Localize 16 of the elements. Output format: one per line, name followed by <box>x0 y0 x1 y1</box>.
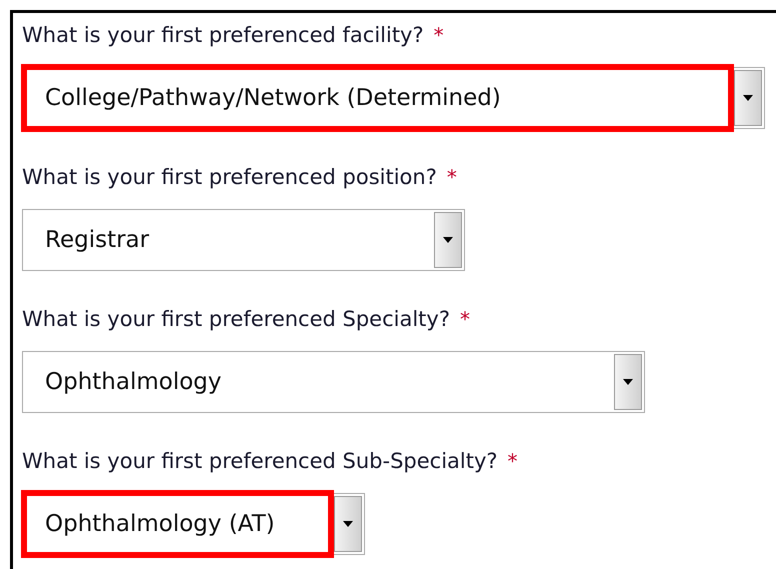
question-label: What is your first preferenced Specialty? <box>22 307 450 331</box>
dropdown[interactable]: Ophthalmology <box>22 351 645 413</box>
question-label: What is your first preferenced position? <box>22 165 437 189</box>
required-mark: * <box>460 307 470 331</box>
required-mark: * <box>434 23 444 47</box>
required-mark: * <box>446 165 457 189</box>
question-label: What is your first preferenced Sub-Specialty? <box>22 449 498 473</box>
required-mark: * <box>508 449 518 473</box>
dropdown[interactable]: Ophthalmology (AT) <box>22 493 365 555</box>
caret-icon[interactable] <box>434 212 462 268</box>
caret-icon[interactable] <box>614 354 642 410</box>
question-label: What is your first preferenced facility? <box>22 23 424 47</box>
caret-icon[interactable] <box>334 496 362 552</box>
dropdown[interactable]: Registrar <box>22 209 465 271</box>
caret-icon[interactable] <box>734 70 762 126</box>
dropdown[interactable]: College/Pathway/Network (Determined) <box>22 67 765 129</box>
